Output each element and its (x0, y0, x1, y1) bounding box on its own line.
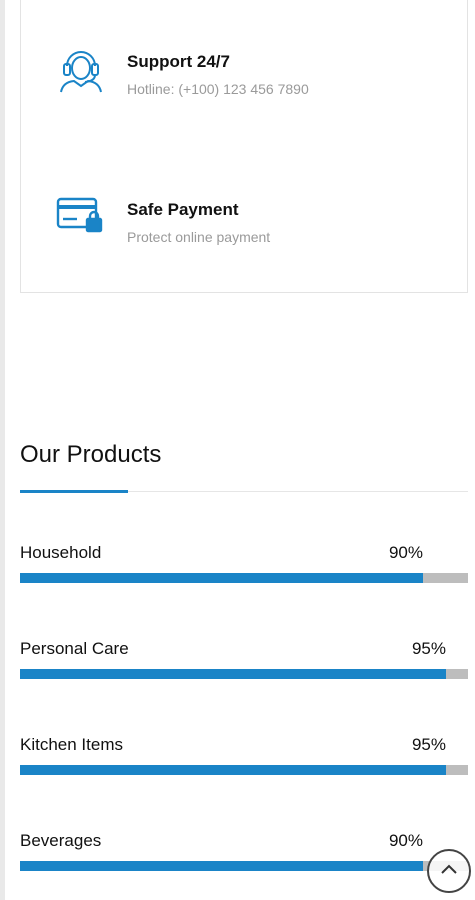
progress-item-beverages: Beverages 90% (20, 831, 468, 877)
page-left-border (0, 0, 5, 900)
feature-payment: Safe Payment Protect online payment (21, 190, 467, 250)
progress-item-kitchen-items: Kitchen Items 95% (20, 735, 468, 781)
progress-item-personal-care: Personal Care 95% (20, 639, 468, 685)
progress-fill (20, 861, 423, 871)
progress-fill (20, 669, 446, 679)
progress-percent: 90% (388, 831, 423, 850)
progress-label: Beverages (20, 831, 102, 850)
progress-track (20, 861, 468, 871)
headset-icon (55, 42, 107, 99)
scroll-to-top-button[interactable] (427, 849, 471, 893)
progress-item-household: Household 90% (20, 543, 468, 589)
progress-track (20, 669, 468, 679)
title-accent-bar (20, 490, 128, 493)
progress-track (20, 765, 468, 775)
progress-fill (20, 573, 423, 583)
chevron-up-icon (440, 862, 458, 880)
progress-percent: 95% (411, 735, 446, 754)
section-title: Our Products (20, 441, 162, 468)
progress-fill (20, 765, 446, 775)
feature-support: Support 24/7 Hotline: (+100) 123 456 789… (21, 42, 467, 102)
features-box: Support 24/7 Hotline: (+100) 123 456 789… (20, 0, 468, 293)
feature-description: Protect online payment (127, 229, 271, 245)
credit-card-lock-icon (55, 195, 105, 240)
progress-track (20, 573, 468, 583)
progress-percent: 95% (411, 639, 446, 658)
progress-label: Household (20, 543, 102, 562)
feature-title: Safe Payment (127, 200, 239, 219)
progress-label: Kitchen Items (20, 735, 123, 754)
progress-label: Personal Care (20, 639, 129, 658)
progress-percent: 90% (388, 543, 423, 562)
feature-title: Support 24/7 (127, 52, 230, 71)
feature-description: Hotline: (+100) 123 456 7890 (127, 81, 309, 97)
